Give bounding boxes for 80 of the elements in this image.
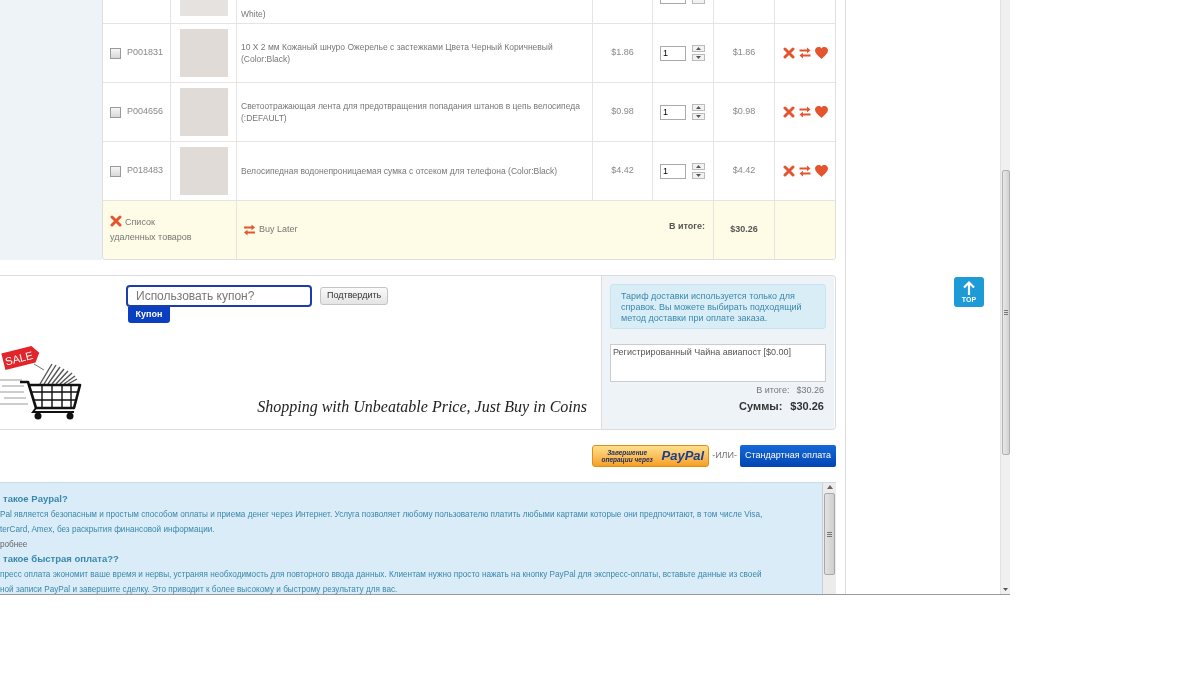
grip-icon [1003,310,1008,315]
total-label: Суммы: [739,400,783,413]
coupon-field[interactable]: Использовать купон? [126,285,312,307]
product-photo [179,147,228,195]
faq-question: такое быстрая оплата?? [3,553,119,564]
product-photo [179,0,228,16]
delete-icon[interactable] [782,165,795,177]
quantity-field[interactable]: 1 [660,104,686,120]
heart-icon[interactable] [814,47,828,59]
more-link[interactable]: робнее [0,540,28,549]
line-total: $4.42 [732,164,756,178]
scroll-up-icon[interactable] [826,485,833,489]
swap-arrows-icon[interactable] [798,47,811,59]
product-description: White) [241,9,266,19]
product-photo [179,29,228,77]
unit-price: $0.98 [611,105,634,119]
product-code: P004656 [127,105,164,119]
buy-later-link[interactable]: Buy Later [243,223,298,237]
arrow-up-icon [963,281,975,295]
caret-up-icon [696,165,701,168]
product-code: P001831 [127,46,164,60]
unit-price: $1.86 [611,46,634,60]
product-description: Светоотражающая лента для предотвращения попадания штанов в цепь велосипеда (:DEFAULT) [241,100,581,124]
scrollbar-thumb[interactable] [1001,170,1010,455]
product-description: Велосипедная водонепроницаемая сумка с отсеком для телефона (Color:Black) [241,165,558,177]
scrollbar-track[interactable] [1000,0,1010,594]
swap-arrows-icon [243,224,256,236]
removed-items-link[interactable]: Список удаленных товаров [110,215,202,245]
delete-icon [110,215,122,227]
slogan: Shopping with Unbeatable Price, Just Buy in Coins [257,397,587,418]
quantity-up-button[interactable] [692,45,705,52]
faq-answer: ной записи PayPal и завершите сделку. Это приводит к более высокому и быстрому результату для вас. [0,585,398,594]
subtotal-value: $30.26 [796,385,824,395]
row-checkbox[interactable] [110,106,121,118]
subtotal-value: $30.26 [730,223,758,237]
swap-arrows-icon[interactable] [798,106,811,118]
sale-tag: SALE [1,345,40,370]
shipping-note: Тариф доставки используется только для справок. Вы можете выбирать подходящий метод доставки при оплате заказа. [610,284,826,329]
quantity-up-button[interactable] [692,104,705,111]
shipping-method-list[interactable]: Регистрированный Чайна авиапост [$0.00] [610,344,826,382]
quantity-field[interactable]: 1 [660,45,686,61]
subtotal-label: В итоге: [756,385,790,395]
delete-icon[interactable] [782,47,795,59]
faq-answer: пресс оплата экономит ваше время и нервы, устраняя необходимость для повторного ввода данных. Клиентам нужно просто нажать на кнопку PayPal для экспресс-оплаты, вставьте данные из своей [0,570,762,579]
line-total: $1.86 [732,46,756,60]
faq-question: такое Paypal? [3,493,68,504]
row-checkbox[interactable] [110,47,121,59]
caret-up-icon [696,106,701,109]
quantity-up-button[interactable] [692,163,705,170]
quantity-down-button[interactable] [692,54,705,61]
quantity-field[interactable] [660,0,686,4]
quantity-down-button[interactable] [692,172,705,179]
caret-down-icon [696,174,701,177]
swap-arrows-icon[interactable] [798,165,811,177]
delete-icon[interactable] [782,106,795,118]
row-checkbox[interactable] [110,165,121,177]
caret-up-icon [696,47,701,50]
subtotal-label: В итоге: [668,220,705,234]
total-value: $30.26 [790,400,824,413]
product-code: P018483 [127,164,164,178]
line-total: $0.98 [732,105,756,119]
heart-icon[interactable] [814,165,828,177]
apply-coupon-button[interactable]: Подтвердить [320,287,389,305]
caret-down-icon [696,56,701,59]
scroll-down-icon[interactable] [1003,588,1008,591]
faq-scrollbar-thumb[interactable] [824,493,835,575]
heart-icon[interactable] [814,106,828,118]
or-separator: -ИЛИ- [712,449,737,463]
faq-answer: terCard, Amex, без раскрытия финансовой информации. [0,525,215,534]
faq-answer: Pal является безопасным и простым способом оплаты и приема денег через Интернет. Услуга позволяет любому пользователю платить любыми картами которые они предпочитают, в том числе Visa, [0,510,763,519]
grip-icon [827,531,832,537]
coupon-tab[interactable]: Купон [128,307,170,323]
standard-checkout-button[interactable]: Стандартная оплата [740,445,836,467]
product-description: 10 X 2 мм Кожаный шнуро Ожерелье с застежками Цвета Черный Коричневый (Color:Black) [241,41,554,65]
quantity-field[interactable]: 1 [660,163,686,179]
unit-price: $4.42 [611,164,634,178]
quantity-down-button[interactable] [692,113,705,120]
caret-down-icon [696,115,701,118]
product-photo [179,88,228,136]
faq-scrollbar-track[interactable] [822,483,836,594]
